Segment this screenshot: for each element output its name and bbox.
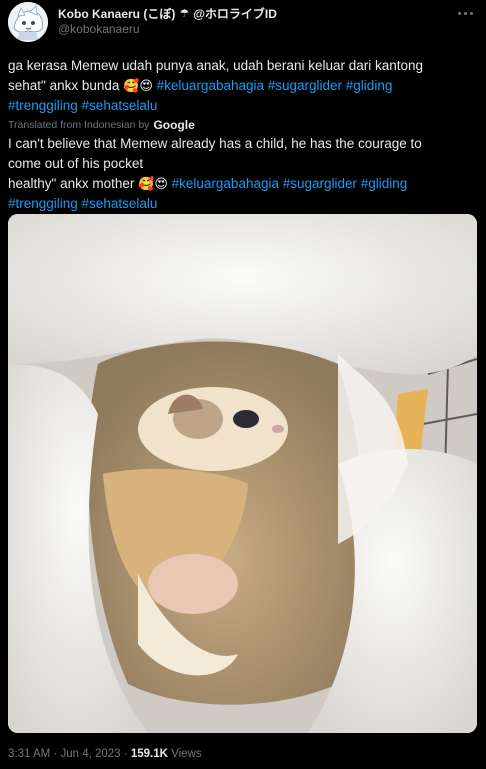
original-line-1: ga kerasa Memew udah punya anak, udah be… [8,58,424,73]
hashtag-link[interactable]: #trenggiling #sehatselalu [8,96,468,116]
tweet-time[interactable]: 3:31 AM [8,748,50,760]
smiling-face-with-hearts-icon: 🥰 [138,176,155,191]
tweet-photo[interactable] [8,214,477,733]
hashtag-link[interactable]: #keluargabahagia #sugarglider #gliding [172,176,408,191]
google-logo: Google [153,118,195,132]
name-suffix: @ホロライブID [193,7,277,21]
translated-label: Translated from Indonesian by [8,119,150,131]
original-line-2-text: sehat" ankx bunda [8,78,120,93]
umbrella-icon: ☂ [179,8,190,20]
views-label: Views [171,748,202,760]
hashtag-link[interactable]: #trenggiling #sehatselalu [8,194,468,214]
sugar-glider-photo [8,214,477,733]
heart-eyes-icon: 😍 [139,78,153,93]
tweet-date[interactable]: Jun 4, 2023 [60,748,120,760]
display-name-text: Kobo Kanaeru (こぼ) [58,7,176,21]
translation-line-1: I can't believe that Memew already has a… [8,136,422,151]
tweet-header: Kobo Kanaeru (こぼ) ☂ @ホロライブID @kobokanaer… [8,0,478,44]
translation-line-3-text: healthy" ankx mother [8,176,135,191]
original-line-2: sehat" ankx bunda 🥰😍 #keluargabahagia #s… [8,76,468,96]
tweet-text-translation: I can't believe that Memew already has a… [8,134,468,214]
heart-eyes-icon: 😍 [154,176,168,191]
tweet-meta: 3:31 AM · Jun 4, 2023 · 159.1K Views [8,748,202,760]
display-name[interactable]: Kobo Kanaeru (こぼ) ☂ @ホロライブID [58,5,277,22]
meta-separator: · [53,748,58,760]
more-options-icon[interactable] [454,6,476,20]
tweet: Kobo Kanaeru (こぼ) ☂ @ホロライブID @kobokanaer… [0,0,486,769]
hashtag-link[interactable]: #keluargabahagia #sugarglider #gliding [157,78,393,93]
translation-line-2: come out of his pocket [8,156,144,171]
meta-separator: · [123,748,128,760]
translation-line-3: healthy" ankx mother 🥰😍 #keluargabahagia… [8,174,468,194]
views-count: 159.1K [130,748,168,760]
user-handle[interactable]: @kobokanaeru [58,22,140,36]
smiling-face-with-hearts-icon: 🥰 [123,78,140,93]
avatar[interactable] [8,2,48,42]
translated-by: Translated from Indonesian by Google [8,118,195,132]
tweet-text-original: ga kerasa Memew udah punya anak, udah be… [8,56,468,116]
